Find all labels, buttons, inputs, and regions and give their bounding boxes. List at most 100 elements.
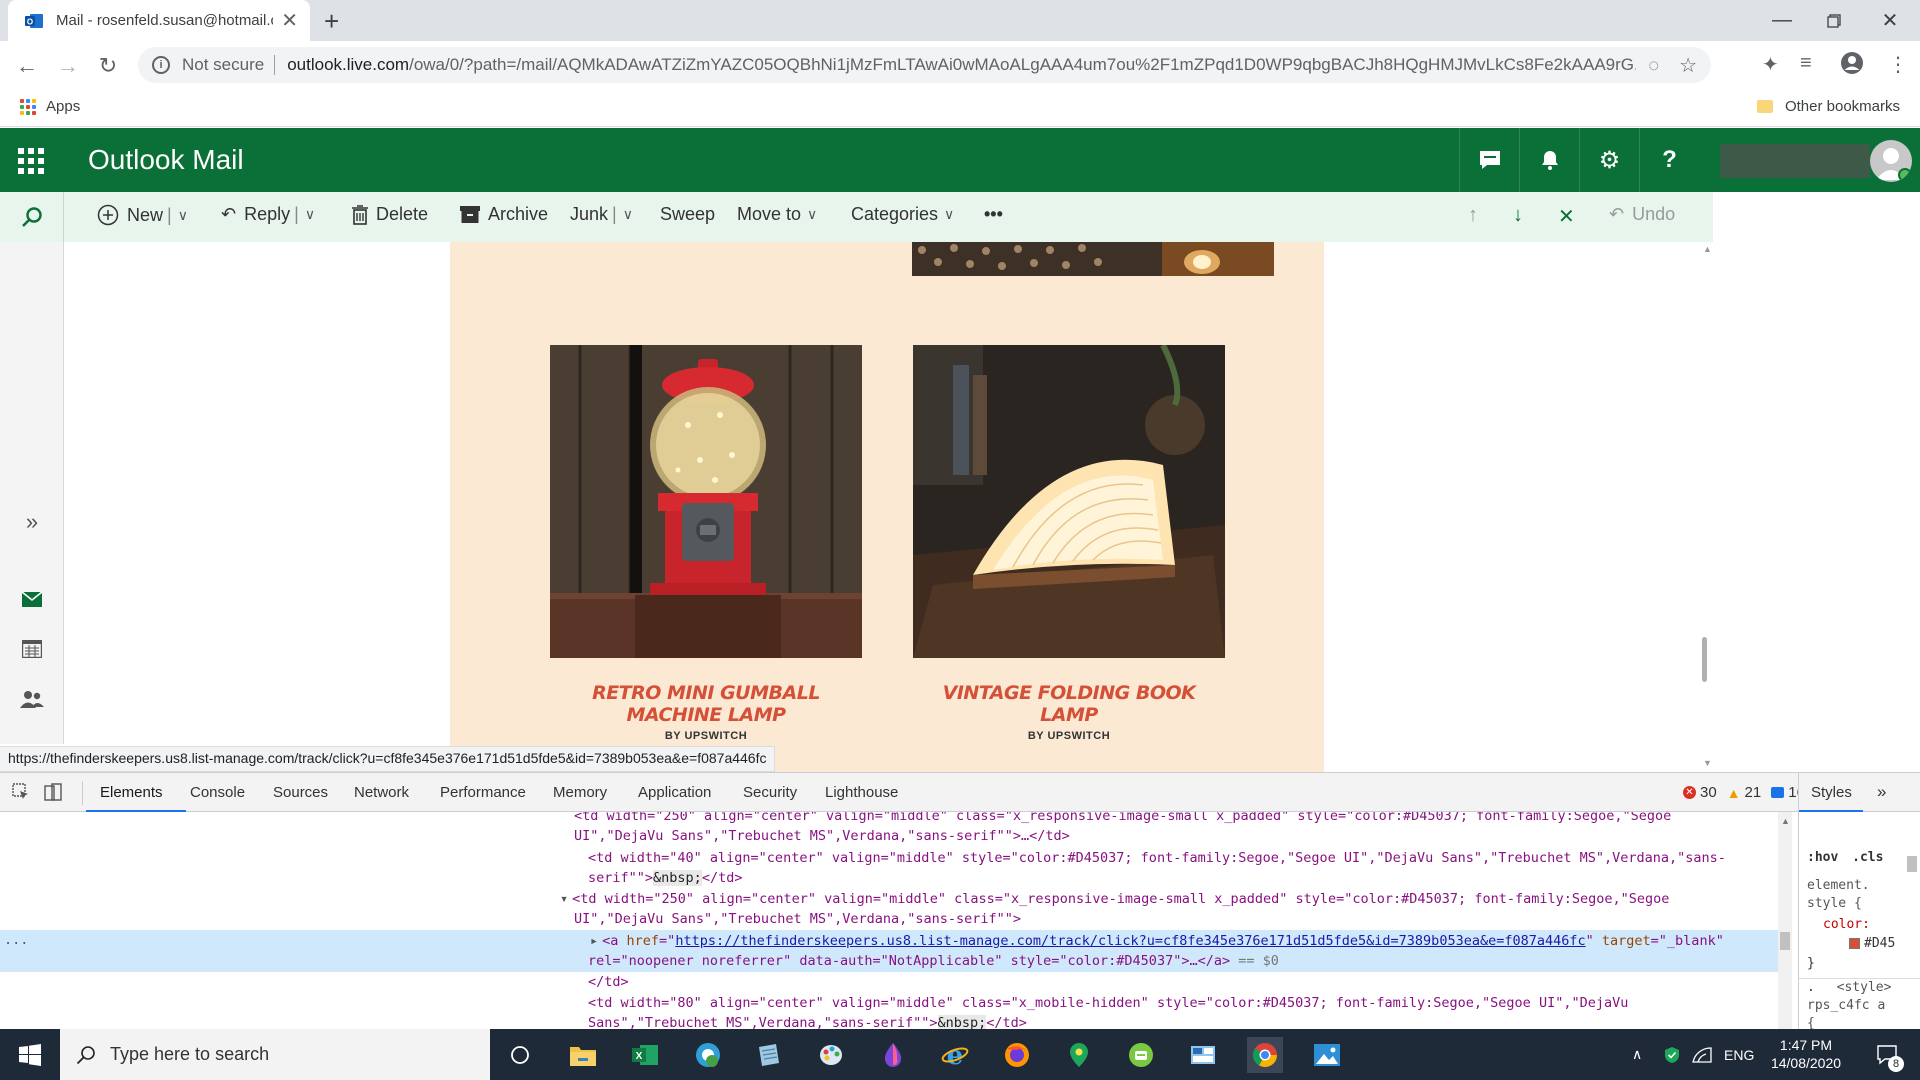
browser-tab[interactable]: O Mail - rosenfeld.susan@hotmail.c ✕ [8, 0, 310, 41]
scroll-up-arrow-icon[interactable]: ▲ [1703, 244, 1712, 254]
info-icon[interactable]: i [152, 56, 170, 74]
calendar-nav-icon[interactable] [0, 629, 64, 669]
delete-button[interactable]: Delete [352, 204, 428, 225]
color-value[interactable]: #D45 [1864, 936, 1895, 951]
product-card[interactable]: Vintage Folding Book Lamp BY UPSWITCH [913, 345, 1225, 742]
dom-node-line[interactable]: Sans","Trebuchet MS",Verdana,"sans-serif… [0, 1013, 1778, 1029]
book-lamp-image[interactable] [913, 345, 1225, 658]
color-property[interactable]: color: [1823, 917, 1870, 932]
dom-node-line[interactable]: <td width="80" align="center" valign="mi… [0, 993, 1778, 1013]
dom-node-line[interactable]: ▾ <td width="250" align="center" valign="… [0, 889, 1778, 909]
product-card[interactable]: Retro Mini Gumball Machine Lamp BY UPSWI… [550, 345, 862, 742]
devtools-tab-console[interactable]: Console [190, 784, 245, 801]
app-launcher-icon[interactable] [18, 148, 44, 174]
new-button[interactable]: New | ∨ [97, 204, 188, 226]
minimize-icon[interactable]: — [1754, 0, 1810, 41]
control-panel-icon[interactable] [1185, 1037, 1221, 1073]
devtools-issue-counts[interactable]: ✕ 30 ▲ 21 16 [1683, 784, 1805, 801]
tab-close-icon[interactable]: ✕ [281, 8, 298, 33]
paint-app-icon[interactable] [813, 1037, 849, 1073]
chevron-down-icon[interactable]: ∨ [305, 206, 315, 223]
reply-button[interactable]: ↶ Reply | ∨ [221, 204, 315, 225]
dom-node-line[interactable]: UI","DejaVu Sans","Trebuchet MS",Verdana… [0, 909, 1778, 929]
node-actions-ellipsis-icon[interactable]: ... [4, 930, 28, 950]
media-queue-icon[interactable]: ≡ [1800, 52, 1812, 75]
scroll-down-arrow-icon[interactable]: ▼ [1703, 758, 1712, 768]
devtools-tab-performance[interactable]: Performance [440, 784, 526, 801]
user-avatar[interactable] [1870, 140, 1912, 182]
wifi-icon[interactable] [1692, 1029, 1712, 1080]
collapse-triangle-icon[interactable]: ▾ [560, 891, 568, 907]
product-title[interactable]: Retro Mini Gumball Machine Lamp [550, 682, 862, 726]
tray-overflow-chevron-icon[interactable]: ∧ [1632, 1029, 1642, 1080]
dom-node-line[interactable]: </td> [0, 972, 1778, 992]
windows-start-button[interactable] [0, 1029, 60, 1080]
dom-node-line[interactable]: UI","DejaVu Sans","Trebuchet MS",Verdana… [0, 826, 1778, 846]
forward-arrow-icon[interactable]: → [54, 53, 82, 79]
devtools-tab-memory[interactable]: Memory [553, 784, 607, 801]
window-close-icon[interactable]: ✕ [1862, 0, 1918, 41]
dom-node-line[interactable]: <td width="250" align="center" valign="m… [0, 812, 1778, 826]
dom-node-line[interactable]: serif"">&nbsp;</td> [0, 868, 1778, 888]
devtools-tab-elements[interactable]: Elements [100, 784, 163, 801]
help-icon[interactable]: ? [1639, 128, 1699, 192]
language-indicator[interactable]: ENG [1724, 1029, 1754, 1080]
chat-icon[interactable] [1459, 128, 1519, 192]
maps-pin-icon[interactable] [1061, 1037, 1097, 1073]
other-bookmarks[interactable]: Other bookmarks [1756, 98, 1900, 115]
apps-bookmark[interactable]: Apps [20, 98, 80, 115]
internet-explorer-icon[interactable]: e [937, 1037, 973, 1073]
eye-slash-icon[interactable]: ◌ [1648, 55, 1659, 76]
hover-state-toggle[interactable]: :hov [1807, 850, 1838, 865]
file-explorer-icon[interactable] [565, 1037, 601, 1073]
previous-message-up-arrow-icon[interactable]: ↑ [1468, 204, 1478, 227]
inspect-element-icon[interactable] [12, 783, 30, 801]
people-nav-icon[interactable] [0, 679, 64, 719]
edge-user-icon[interactable] [690, 1037, 726, 1073]
color-swatch[interactable] [1849, 938, 1860, 949]
devtools-tab-lighthouse[interactable]: Lighthouse [825, 784, 898, 801]
scrollbar-thumb[interactable] [1780, 932, 1790, 950]
devtools-tab-sources[interactable]: Sources [273, 784, 328, 801]
chevron-down-icon[interactable]: ∨ [623, 206, 633, 223]
style-source[interactable]: <style> [1837, 980, 1892, 995]
task-view-icon[interactable] [502, 1037, 538, 1073]
chevron-down-icon[interactable]: ∨ [178, 207, 188, 224]
security-shield-icon[interactable] [1664, 1029, 1680, 1080]
device-toolbar-icon[interactable] [44, 783, 62, 801]
action-center-notifications-icon[interactable]: 8 [1876, 1029, 1904, 1080]
product-image-partial[interactable] [912, 242, 1274, 276]
gumball-lamp-image[interactable] [550, 345, 862, 658]
junk-button[interactable]: Junk | ∨ [570, 204, 633, 225]
scroll-up-arrow-icon[interactable]: ▲ [1781, 816, 1790, 826]
extensions-puzzle-icon[interactable]: ✦ [1762, 52, 1779, 77]
notifications-bell-icon[interactable] [1519, 128, 1579, 192]
new-tab-button[interactable]: + [324, 6, 339, 37]
sweep-button[interactable]: Sweep [660, 204, 715, 225]
taskbar-clock[interactable]: 1:47 PM 14/08/2020 [1766, 1036, 1846, 1072]
profile-avatar-icon[interactable] [1840, 51, 1864, 75]
photos-app-icon[interactable] [1309, 1037, 1345, 1073]
close-message-icon[interactable]: ✕ [1558, 204, 1575, 229]
chrome-menu-icon[interactable]: ⋮ [1888, 52, 1908, 77]
styles-scrollbar-thumb[interactable] [1907, 856, 1917, 872]
firefox-icon[interactable] [999, 1037, 1035, 1073]
move-to-button[interactable]: Move to ∨ [737, 204, 817, 225]
more-actions-button[interactable]: ••• [984, 204, 1003, 225]
devtools-tab-network[interactable]: Network [354, 784, 409, 801]
devtools-tab-application[interactable]: Application [638, 784, 711, 801]
bookmark-star-icon[interactable]: ☆ [1679, 53, 1697, 78]
url-text[interactable]: outlook.live.com/owa/0/?path=/mail/AQMkA… [287, 55, 1636, 75]
dom-tree-scrollbar[interactable]: ▲ [1778, 812, 1792, 1029]
scrollbar-thumb[interactable] [1702, 637, 1707, 682]
undo-button[interactable]: ↶ Undo [1609, 204, 1675, 225]
more-tabs-chevron-icon[interactable]: » [1877, 782, 1886, 802]
link-href[interactable]: https://thefinderskeepers.us8.list-manag… [675, 933, 1585, 949]
dom-node-line[interactable]: <td width="40" align="center" valign="mi… [0, 848, 1778, 868]
address-bar[interactable]: i Not secure outlook.live.com/owa/0/?pat… [138, 47, 1711, 83]
next-message-down-arrow-icon[interactable]: ↓ [1513, 204, 1523, 227]
product-title[interactable]: Vintage Folding Book Lamp [913, 682, 1225, 726]
expand-chevrons-icon[interactable]: » [0, 502, 64, 542]
taskbar-search-box[interactable]: Type here to search [60, 1029, 490, 1080]
class-toggle[interactable]: .cls [1852, 850, 1883, 865]
